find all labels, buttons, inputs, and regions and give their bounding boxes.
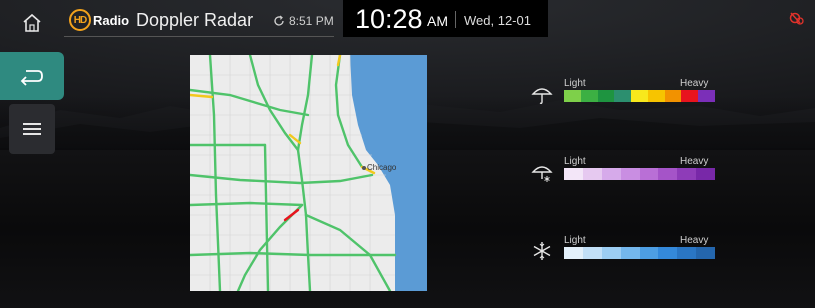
legend-snow-swatch — [677, 247, 697, 259]
legend-rain-swatch — [631, 90, 648, 102]
legend-rain-scale — [564, 90, 716, 102]
legend-rain: Light Heavy — [530, 78, 720, 108]
legend-snow-light: Light — [564, 235, 586, 246]
legend-mix-swatch — [564, 168, 583, 180]
refresh-button[interactable]: 8:51 PM — [273, 14, 334, 28]
legend-rain-swatch — [564, 90, 581, 102]
legend-snow-scale — [564, 247, 715, 259]
back-icon — [20, 70, 43, 86]
legend-rain-swatch — [698, 90, 716, 102]
clock-divider — [455, 11, 456, 28]
menu-button[interactable] — [9, 104, 55, 154]
legend-rain-light: Light — [564, 78, 586, 89]
legend-mix-swatch — [601, 168, 621, 180]
map-city-label: Chicago — [367, 163, 397, 172]
legend-mix-scale — [564, 168, 715, 180]
legend-rain-swatch — [664, 90, 682, 102]
umbrella-snow-icon — [531, 166, 553, 182]
legend-snow-swatch — [620, 247, 640, 259]
updated-time: 8:51 PM — [289, 14, 334, 28]
menu-icon — [23, 123, 41, 135]
clock: 10:28 AM Wed, 12-01 — [343, 0, 548, 37]
refresh-icon — [274, 15, 284, 26]
legend-mix-swatch — [658, 168, 678, 180]
legend-rain-swatch — [647, 90, 665, 102]
home-icon — [23, 13, 41, 32]
legend-snow-swatch — [582, 247, 602, 259]
legend-snow-swatch — [601, 247, 621, 259]
radar-map[interactable]: Chicago — [190, 55, 427, 291]
legend-mix-swatch — [582, 168, 602, 180]
top-bar: HD Radio Doppler Radar 8:51 PM 10:28 AM … — [64, 0, 815, 38]
legend-mix-light: Light — [564, 156, 586, 167]
legend-snow-swatch — [658, 247, 678, 259]
clock-date: Wed, 12-01 — [464, 13, 531, 28]
legend-mix-swatch — [696, 168, 715, 180]
legend-snow-swatch — [639, 247, 659, 259]
legend-rain-heavy: Heavy — [680, 78, 709, 89]
legend-rain-swatch — [681, 90, 699, 102]
title-divider — [64, 36, 334, 37]
legend-mix-swatch — [620, 168, 640, 180]
hd-radio-logo-icon: HD Radio — [69, 9, 129, 31]
legend-snow-swatch — [696, 247, 715, 259]
snowflake-icon — [533, 242, 551, 260]
hd-logo-radio: Radio — [93, 12, 130, 28]
clock-time: 10:28 — [355, 4, 423, 34]
legend-mix: Light Heavy — [530, 156, 720, 186]
legend-snow-swatch — [564, 247, 583, 259]
legend-rain-swatch — [597, 90, 615, 102]
legend-snow-heavy: Heavy — [680, 235, 709, 246]
map-graphic: Chicago — [190, 55, 427, 291]
legend-rain-swatch — [614, 90, 632, 102]
back-button[interactable] — [0, 52, 64, 100]
umbrella-icon — [531, 88, 553, 105]
legend-mix-swatch — [677, 168, 697, 180]
home-button[interactable] — [9, 2, 55, 44]
hd-logo-circle: HD — [69, 9, 91, 31]
connection-off-icon — [789, 12, 805, 31]
legend-mix-heavy: Heavy — [680, 156, 709, 167]
page-title: Doppler Radar — [136, 10, 254, 30]
clock-ampm: AM — [427, 13, 448, 29]
legend-rain-swatch — [580, 90, 598, 102]
legend-mix-swatch — [639, 168, 659, 180]
legend-snow: Light Heavy — [530, 235, 720, 265]
